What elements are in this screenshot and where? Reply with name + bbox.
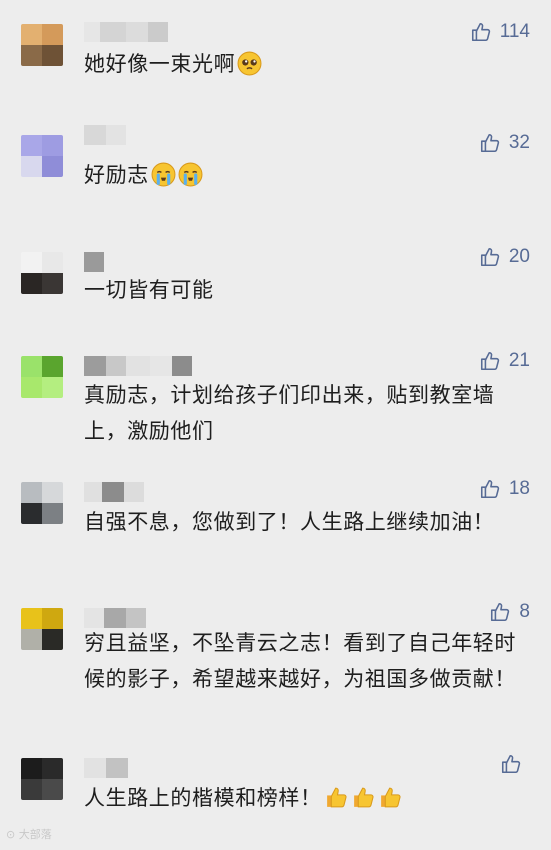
like-button[interactable]: 20	[479, 245, 530, 269]
thumbs-up-icon	[480, 247, 500, 267]
comment-text: 她好像一束光啊	[84, 46, 524, 82]
nickname-blurred[interactable]	[84, 356, 192, 376]
thumbs-up-icon	[480, 351, 500, 371]
like-button[interactable]: 8	[489, 600, 530, 624]
like-button[interactable]: 114	[470, 20, 530, 44]
avatar[interactable]	[21, 608, 63, 650]
avatar[interactable]	[21, 135, 63, 177]
watermark: ⊙ 大部落	[6, 826, 52, 842]
like-button[interactable]	[500, 752, 530, 776]
pleading-face-icon	[237, 51, 262, 76]
nickname-blurred[interactable]	[84, 22, 168, 42]
avatar[interactable]	[21, 252, 63, 294]
watermark-text: 大部落	[18, 828, 52, 841]
like-button[interactable]: 21	[479, 349, 530, 373]
comment-text: 自强不息，您做到了！人生路上继续加油！	[84, 510, 495, 534]
nickname-blurred[interactable]	[84, 125, 126, 145]
thumbs-up-icon	[491, 602, 510, 622]
watermark-logo-icon: ⊙	[6, 828, 16, 841]
loudly-crying-face-icon	[178, 162, 203, 187]
thumbs-up-icon	[326, 787, 347, 808]
like-button[interactable]: 18	[479, 477, 530, 501]
like-count: 114	[499, 21, 530, 42]
avatar[interactable]	[21, 758, 63, 800]
nickname-blurred[interactable]	[84, 482, 144, 502]
comment-text: 一切皆有可能	[84, 278, 214, 302]
like-count: 21	[508, 350, 530, 371]
thumbs-up-icon	[480, 479, 500, 499]
avatar[interactable]	[21, 356, 63, 398]
like-count: 32	[508, 132, 530, 153]
nickname-blurred[interactable]	[84, 758, 128, 778]
avatar[interactable]	[21, 482, 63, 524]
thumbs-up-icon	[471, 22, 490, 42]
loudly-crying-face-icon	[151, 162, 176, 187]
comment-text: 好励志	[84, 157, 524, 193]
nickname-blurred[interactable]	[84, 252, 104, 272]
comment-text: 人生路上的楷模和榜样！	[84, 780, 524, 816]
like-count: 18	[508, 478, 530, 499]
comment-text: 真励志，计划给孩子们印出来，贴到教室墙上，激励他们	[84, 383, 495, 443]
thumbs-up-icon	[380, 787, 401, 808]
thumbs-up-icon	[501, 754, 521, 774]
like-count: 20	[508, 246, 530, 267]
like-button[interactable]: 32	[479, 131, 530, 155]
thumbs-up-icon	[480, 133, 500, 153]
like-count: 8	[519, 601, 530, 622]
thumbs-up-icon	[353, 787, 374, 808]
comment-text: 穷且益坚，不坠青云之志！看到了自己年轻时候的影子，希望越来越好，为祖国多做贡献！	[84, 631, 516, 691]
avatar[interactable]	[21, 24, 63, 66]
